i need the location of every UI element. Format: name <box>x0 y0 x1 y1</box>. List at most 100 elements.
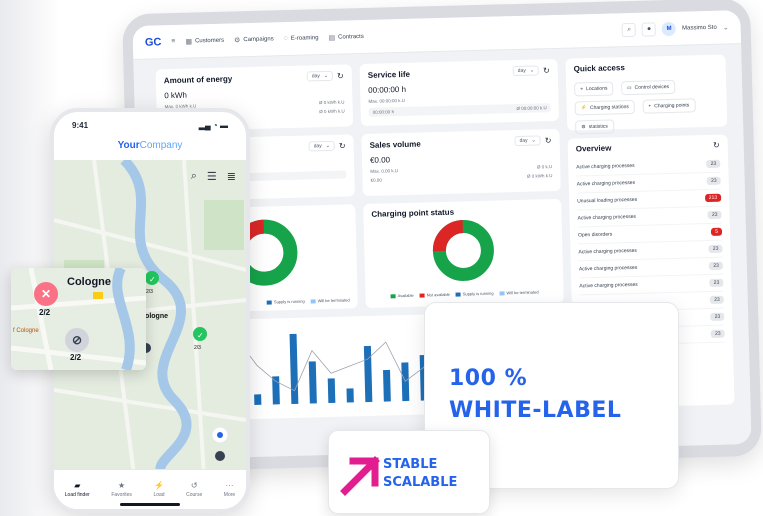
quick-control-devices[interactable]: ▭ Control devices <box>620 79 676 96</box>
chevron-down-icon: ⌄ <box>531 137 536 144</box>
overview-count-badge: 23 <box>708 244 723 254</box>
quick-label: Charging points <box>654 102 690 110</box>
brand-bold: Your <box>117 140 140 151</box>
brand-light: Company <box>139 140 183 151</box>
period-value: day <box>313 143 322 150</box>
period-select[interactable]: day ⌄ <box>512 65 540 77</box>
card-title: Sales volume <box>369 139 421 150</box>
max-label: Max. 0.00 k.U <box>370 168 399 174</box>
bar <box>401 362 410 402</box>
status-donut-chart <box>432 219 494 281</box>
bar <box>363 345 373 403</box>
device-icon: ▭ <box>626 84 632 92</box>
refresh-icon[interactable]: ↻ <box>543 66 550 75</box>
quick-statistics[interactable]: ⚙ statistics <box>575 119 615 135</box>
tab-favorites[interactable]: ★ Favorites <box>111 481 132 498</box>
nav-eroaming[interactable]: ◌ E-roaming <box>284 34 319 42</box>
avg-label: Ø 0 k.U <box>536 164 553 170</box>
refresh-icon[interactable]: ↻ <box>545 136 552 145</box>
legend-label: Will be terminated <box>317 297 350 304</box>
nav-label: Customers <box>194 37 225 44</box>
more-icon: ··· <box>225 481 234 490</box>
overview-row-label: Unusual loading processes <box>577 196 638 205</box>
bell-icon[interactable]: ● <box>641 21 657 37</box>
service-life-card: Service life day ⌄ ↻ 00:00:00 h Max. 00:0… <box>359 58 560 127</box>
pin-count: 2/2 <box>70 353 82 362</box>
card-title: Overview <box>575 143 612 154</box>
overview-row-label: Active charging processes <box>578 264 638 273</box>
menu-icon[interactable]: ≡ <box>171 38 175 45</box>
nav-campaigns[interactable]: ⚙ Campaigns <box>234 35 274 44</box>
unavailable-pin-icon[interactable]: ✕ <box>34 282 58 306</box>
user-name[interactable]: Massimo Sto <box>682 24 717 31</box>
legend-swatch <box>310 298 316 303</box>
legend-label: Available <box>397 292 414 299</box>
energy-value: 0 kWh <box>164 90 188 101</box>
tab-more[interactable]: ··· More <box>224 481 235 498</box>
svg-text:✓: ✓ <box>197 331 204 340</box>
nav-customers[interactable]: ▦ Customers <box>185 36 224 45</box>
legend-swatch <box>390 293 396 298</box>
refresh-icon[interactable]: ↻ <box>339 141 346 150</box>
search-icon[interactable]: ⌕ <box>191 170 197 183</box>
brand-logo: YourCompany <box>54 140 246 158</box>
scalable-label: SCALABLE <box>383 475 458 490</box>
avatar[interactable]: M <box>661 21 677 36</box>
bar <box>308 361 317 404</box>
refresh-icon[interactable]: ↻ <box>337 71 344 80</box>
avg-label: Ø 0 kWh k.U <box>318 99 345 106</box>
overview-row-label: Active charging processes <box>576 179 636 188</box>
legend-item: Not available <box>419 292 450 298</box>
map-toolbar: ⌕ ☰ ≣ <box>191 170 236 183</box>
quick-label: Locations <box>585 85 608 93</box>
quick-charging-points[interactable]: + Charging points <box>642 98 696 114</box>
white-label-percent: 100 % <box>449 366 528 391</box>
period-select[interactable]: day ⌄ <box>514 135 541 147</box>
legend-label: Supply is running <box>273 298 305 305</box>
arrow-up-right-icon <box>340 456 380 496</box>
topbar-actions: ⌕ ● M Massimo Sto ⌄ <box>621 20 729 37</box>
top-navigation-bar: GC ≡ ▦ Customers ⚙ Campaigns ◌ E-roaming ▤ C… <box>132 10 742 61</box>
tab-load[interactable]: ⚡ Load <box>153 481 164 498</box>
quick-label: Charging stations <box>589 104 629 112</box>
chevron-down-icon: ⌄ <box>325 142 331 150</box>
legend-swatch <box>499 290 505 296</box>
legend-label: Will be terminated <box>506 289 539 296</box>
tab-label: Favorites <box>111 492 132 498</box>
sales-volume-card: Sales volume day ⌄ ↻ €0.00 Max. 0.00 k.U Ø… <box>361 128 561 197</box>
tab-course[interactable]: ↺ Course <box>186 481 202 498</box>
overview-count-badge: 23 <box>706 159 721 169</box>
chevron-down-icon: ⌄ <box>529 67 535 74</box>
quick-locations[interactable]: ⌖ Locations <box>574 81 614 97</box>
period-select[interactable]: day ⌄ <box>308 140 336 152</box>
overview-row-label: Active charging processes <box>579 281 638 290</box>
quick-label: Control devices <box>634 84 670 91</box>
nav-contracts[interactable]: ▤ Contracts <box>328 32 364 41</box>
card-title: Quick access <box>573 63 625 74</box>
search-icon[interactable]: ⌕ <box>621 22 637 37</box>
filter-icon[interactable]: ☰ <box>207 170 217 183</box>
list-icon[interactable]: ≣ <box>227 170 236 183</box>
tab-load-finder[interactable]: ▰ Load finder <box>65 481 90 498</box>
sub-value: 00:00:00 h <box>372 109 395 115</box>
pin-count: 2/3 <box>146 289 153 295</box>
overview-count-badge: 213 <box>704 193 722 203</box>
overview-row-label: Open disorders <box>577 231 613 239</box>
clock: 9:41 <box>72 120 89 130</box>
pin-count: 2/3 <box>194 345 201 351</box>
sub-value: €0.00 <box>370 177 382 183</box>
service-value: 00:00:00 h <box>368 84 407 95</box>
blocked-pin-icon[interactable]: ⊘ <box>65 328 89 352</box>
chevron-down-icon[interactable]: ⌄ <box>723 23 729 31</box>
overview-row-label: Active charging processes <box>576 162 635 171</box>
map-zoom-popup: Cologne f Cologne ✕ 2/2 ⊘ 2/2 <box>11 268 146 370</box>
app-logo[interactable]: GC <box>145 36 162 48</box>
period-select[interactable]: day ⌄ <box>306 70 334 82</box>
overview-count-badge: 23 <box>710 295 724 304</box>
popup-city-title: Cologne <box>67 276 111 288</box>
refresh-icon[interactable]: ↻ <box>713 141 720 150</box>
star-icon: ★ <box>118 481 126 490</box>
legend-item: Supply is running <box>455 291 494 297</box>
quick-charging-stations[interactable]: ⚡ Charging stations <box>574 99 636 116</box>
signal-battery-icon: ▂▄ ◔ ▬ <box>198 120 228 130</box>
